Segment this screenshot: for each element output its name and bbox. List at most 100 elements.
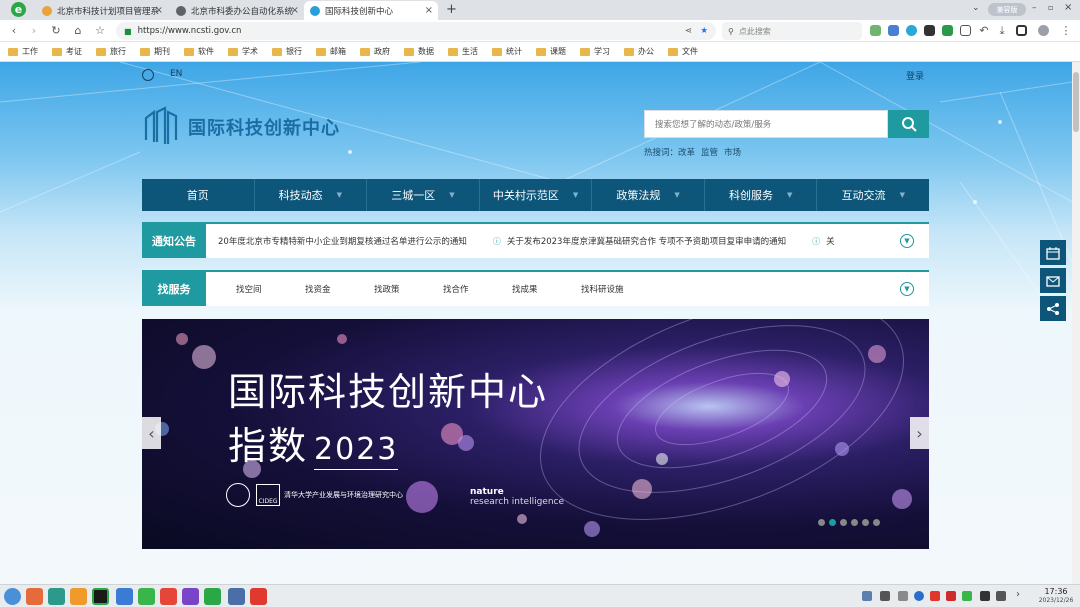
service-link[interactable]: 找成果	[512, 283, 581, 295]
app-icon[interactable]	[48, 588, 65, 605]
minimize-button[interactable]: –	[1032, 3, 1037, 13]
page-scrollbar[interactable]	[1072, 62, 1080, 584]
reload-icon[interactable]: ↻	[48, 23, 64, 39]
bookmark-folder[interactable]: 学习	[580, 46, 610, 57]
bookmark-folder[interactable]: 银行	[272, 46, 302, 57]
pagination-dot[interactable]	[873, 519, 880, 526]
notice-item[interactable]: 关	[826, 235, 835, 247]
app-icon[interactable]	[182, 588, 199, 605]
expand-service-icon[interactable]: ▼	[900, 282, 914, 296]
download-icon[interactable]: ⤓	[994, 23, 1010, 39]
scrollbar-thumb[interactable]	[1073, 72, 1079, 132]
volume-icon[interactable]	[980, 591, 990, 601]
nav-zhongguancun[interactable]: 中关村示范区 ▼	[480, 179, 593, 211]
browser-taskbar-icon[interactable]	[92, 588, 109, 605]
app-icon[interactable]	[70, 588, 87, 605]
pagination-dot[interactable]	[851, 519, 858, 526]
close-icon[interactable]: ×	[155, 5, 163, 16]
chevron-right-icon[interactable]: ›	[1016, 589, 1020, 600]
hot-word-link[interactable]: 市场	[724, 146, 741, 158]
hot-word-link[interactable]: 改革	[678, 146, 695, 158]
pagination-dot-active[interactable]	[829, 519, 836, 526]
pagination-dot[interactable]	[840, 519, 847, 526]
globe-icon[interactable]	[142, 69, 154, 81]
url-field[interactable]: ■ https://www.ncsti.gov.cn ⋖ ★	[116, 22, 716, 40]
site-search-button[interactable]	[888, 110, 929, 138]
tab-2[interactable]: 北京市科委办公自动化系统 ×	[170, 1, 304, 20]
extension-icon[interactable]	[906, 25, 917, 36]
app-icon[interactable]	[228, 588, 245, 605]
bookmark-folder[interactable]: 政府	[360, 46, 390, 57]
tab-3[interactable]: 国际科技创新中心 ×	[304, 1, 438, 20]
service-link[interactable]: 找科研设施	[581, 283, 650, 295]
nav-interaction[interactable]: 互动交流 ▼	[817, 179, 929, 211]
bookmark-folder[interactable]: 课题	[536, 46, 566, 57]
tray-icon[interactable]	[996, 591, 1006, 601]
hot-word-link[interactable]: 监管	[701, 146, 718, 158]
close-icon[interactable]: ×	[291, 5, 299, 16]
system-clock[interactable]: 17:36 2023/12/26	[1034, 587, 1078, 605]
banner-next-button[interactable]: ›	[910, 417, 929, 449]
app-icon[interactable]	[26, 588, 43, 605]
service-link[interactable]: 找合作	[443, 283, 512, 295]
app-icon[interactable]	[250, 588, 267, 605]
start-menu-icon[interactable]	[4, 588, 21, 605]
hero-banner[interactable]: 国际科技创新中心 指数 2023 CIDEG 清华大学产业发展与环境治理研究中心 …	[142, 319, 929, 549]
nav-services[interactable]: 科创服务 ▼	[705, 179, 818, 211]
star-outline-icon[interactable]: ☆	[92, 23, 108, 39]
bookmark-folder[interactable]: 期刊	[140, 46, 170, 57]
close-icon[interactable]: ×	[425, 5, 433, 16]
notice-item[interactable]: 关于发布2023年度京津冀基础研究合作 专项不予资助项目复审申请的通知	[507, 235, 786, 247]
site-search-input[interactable]: 搜索您想了解的动态/政策/服务	[644, 110, 888, 138]
app-icon[interactable]	[204, 588, 221, 605]
extension-icon[interactable]	[960, 25, 971, 36]
tray-icon[interactable]	[880, 591, 890, 601]
back-icon[interactable]: ‹	[6, 23, 22, 39]
share-icon[interactable]: ⋖	[685, 26, 692, 36]
browser-logo-icon[interactable]: e	[11, 2, 26, 17]
bookmark-folder[interactable]: 数据	[404, 46, 434, 57]
service-link[interactable]: 找政策	[374, 283, 443, 295]
bookmark-folder[interactable]: 生活	[448, 46, 478, 57]
bookmark-folder[interactable]: 办公	[624, 46, 654, 57]
extension-icon[interactable]	[924, 25, 935, 36]
nav-home[interactable]: 首页	[142, 179, 255, 211]
bookmark-folder[interactable]: 旅行	[96, 46, 126, 57]
tray-icon[interactable]	[946, 591, 956, 601]
tab-1[interactable]: 北京市科技计划项目管理系 ×	[36, 1, 168, 20]
extension-icon[interactable]	[888, 25, 899, 36]
language-switch[interactable]: EN	[170, 69, 182, 79]
tray-icon[interactable]	[962, 591, 972, 601]
pagination-dot[interactable]	[862, 519, 869, 526]
login-link[interactable]: 登录	[906, 69, 924, 82]
new-tab-button[interactable]: +	[446, 2, 457, 17]
tray-icon[interactable]	[930, 591, 940, 601]
service-link[interactable]: 找资金	[305, 283, 374, 295]
extension-icon[interactable]	[942, 25, 953, 36]
tray-icon[interactable]	[898, 591, 908, 601]
site-logo[interactable]: 国际科技创新中心	[142, 106, 340, 148]
bookmark-folder[interactable]: 工作	[8, 46, 38, 57]
bookmark-folder[interactable]: 邮箱	[316, 46, 346, 57]
pagination-dot[interactable]	[818, 519, 825, 526]
share-float-button[interactable]	[1040, 296, 1066, 321]
bookmark-star-icon[interactable]: ★	[700, 26, 708, 36]
tray-icon[interactable]	[914, 591, 924, 601]
maximize-button[interactable]: ▫	[1048, 3, 1053, 12]
app-icon[interactable]	[160, 588, 177, 605]
bookmark-folder[interactable]: 统计	[492, 46, 522, 57]
calendar-float-button[interactable]	[1040, 240, 1066, 265]
sidebar-icon[interactable]	[1016, 25, 1027, 36]
nav-three-cities[interactable]: 三城一区 ▼	[367, 179, 480, 211]
close-window-button[interactable]: ×	[1064, 2, 1072, 13]
tray-icon[interactable]	[862, 591, 872, 601]
bookmark-folder[interactable]: 考证	[52, 46, 82, 57]
wechat-icon[interactable]	[138, 588, 155, 605]
service-link[interactable]: 找空间	[236, 283, 305, 295]
notice-item[interactable]: 20年度北京市专精特新中小企业到期复核通过名单进行公示的通知	[218, 235, 467, 247]
forward-icon[interactable]: ›	[26, 23, 42, 39]
bookmark-folder[interactable]: 学术	[228, 46, 258, 57]
banner-prev-button[interactable]: ‹	[142, 417, 161, 449]
browser-search-input[interactable]: ⚲ 点此搜索	[722, 22, 862, 40]
home-icon[interactable]: ⌂	[70, 23, 86, 39]
